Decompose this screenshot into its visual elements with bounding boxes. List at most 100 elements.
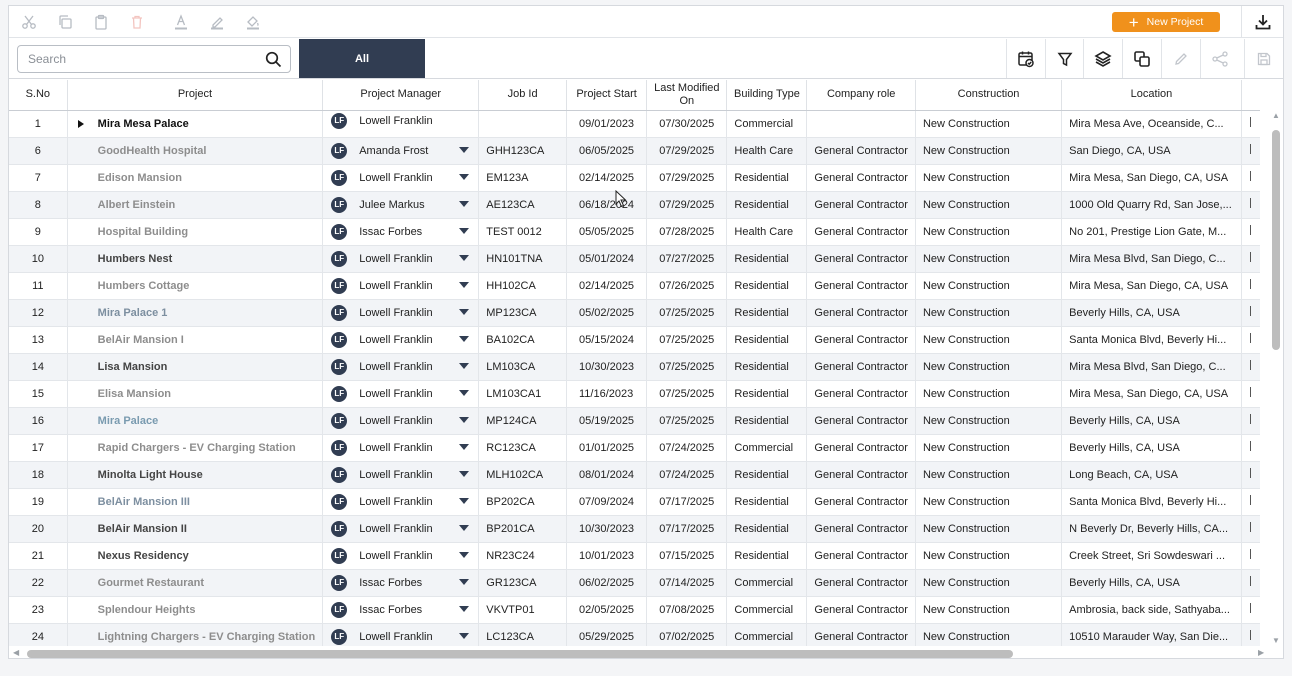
project-manager-select[interactable]: LF Lowell Franklin (331, 493, 471, 510)
cell-project-manager[interactable]: LF Lowell Franklin (322, 272, 480, 300)
cell-project-manager[interactable]: LF Lowell Franklin (322, 380, 480, 408)
table-row[interactable]: 1 Mira Mesa Palace LF Lowell Franklin 09/01/… (9, 110, 1260, 138)
cell-project[interactable]: Mira Palace (67, 407, 324, 435)
cell-project[interactable]: Lightning Chargers - EV Charging Station (67, 623, 324, 646)
dropdown-arrow-icon[interactable] (459, 443, 470, 450)
cell-project[interactable]: Rapid Chargers - EV Charging Station (67, 434, 324, 462)
vertical-scroll-thumb[interactable] (1272, 130, 1280, 350)
column-header-project[interactable]: Project (67, 80, 324, 111)
column-header-construction[interactable]: Construction (915, 80, 1063, 111)
cell-project[interactable]: Humbers Nest (67, 245, 324, 273)
delete-icon[interactable] (127, 12, 147, 32)
cell-project[interactable]: Mira Palace 1 (67, 299, 324, 327)
cell-project-manager[interactable]: LF Lowell Franklin (322, 299, 480, 327)
project-manager-select[interactable]: LF Lowell Franklin (331, 112, 471, 129)
table-row[interactable]: 11 Humbers Cottage LF Lowell Franklin HH102C… (9, 272, 1260, 300)
column-header-project-start[interactable]: Project Start (566, 80, 648, 111)
vertical-scrollbar[interactable]: ▲ ▼ (1271, 111, 1281, 650)
cell-project[interactable]: BelAir Mansion III (67, 488, 324, 516)
table-row[interactable]: 15 Elisa Mansion LF Lowell Franklin LM103CA1… (9, 380, 1260, 408)
project-manager-select[interactable]: LF Amanda Frost (331, 142, 471, 159)
cell-project-manager[interactable]: LF Lowell Franklin (322, 488, 480, 516)
layers-icon[interactable] (1083, 39, 1121, 78)
project-manager-select[interactable]: LF Lowell Franklin (331, 277, 471, 294)
cell-project[interactable]: Humbers Cottage (67, 272, 324, 300)
filter-icon[interactable] (1045, 39, 1083, 78)
column-header-last-modified[interactable]: Last Modified On (646, 80, 728, 111)
dropdown-arrow-icon[interactable] (459, 200, 470, 207)
dropdown-arrow-icon[interactable] (459, 254, 470, 261)
dropdown-arrow-icon[interactable] (459, 416, 470, 423)
project-manager-select[interactable]: LF Lowell Franklin (331, 169, 471, 186)
project-manager-select[interactable]: LF Lowell Franklin (331, 628, 471, 645)
dropdown-arrow-icon[interactable] (459, 578, 470, 585)
table-row[interactable]: 6 GoodHealth Hospital LF Amanda Frost GHH123… (9, 137, 1260, 165)
dropdown-arrow-icon[interactable] (459, 335, 470, 342)
project-manager-select[interactable]: LF Lowell Franklin (331, 385, 471, 402)
project-manager-select[interactable]: LF Lowell Franklin (331, 520, 471, 537)
cell-project-manager[interactable]: LF Lowell Franklin (322, 326, 480, 354)
cell-project-manager[interactable]: LF Lowell Franklin (322, 110, 480, 138)
edit-icon[interactable] (1161, 39, 1199, 78)
table-row[interactable]: 10 Humbers Nest LF Lowell Franklin HN101TNA 0… (9, 245, 1260, 273)
cell-project[interactable]: Nexus Residency (67, 542, 324, 570)
scroll-up-icon[interactable]: ▲ (1272, 111, 1280, 120)
horizontal-scrollbar[interactable]: ◀ ▶ (9, 648, 1283, 659)
search-input[interactable] (28, 52, 248, 66)
dropdown-arrow-icon[interactable] (459, 227, 470, 234)
column-header-location[interactable]: Location (1061, 80, 1242, 111)
column-header-company-role[interactable]: Company role (806, 80, 916, 111)
project-manager-select[interactable]: LF Lowell Franklin (331, 547, 471, 564)
table-row[interactable]: 18 Minolta Light House LF Lowell Franklin ML… (9, 461, 1260, 489)
table-row[interactable]: 16 Mira Palace LF Lowell Franklin MP124CA 05/… (9, 407, 1260, 435)
dropdown-arrow-icon[interactable] (459, 605, 470, 612)
table-row[interactable]: 23 Splendour Heights LF Issac Forbes VKVTP01… (9, 596, 1260, 624)
cell-project[interactable]: BelAir Mansion I (67, 326, 324, 354)
cell-project[interactable]: Gourmet Restaurant (67, 569, 324, 597)
table-row[interactable]: 8 Albert Einstein LF Julee Markus AE123CA 06/… (9, 191, 1260, 219)
dropdown-arrow-icon[interactable] (459, 362, 470, 369)
dropdown-arrow-icon[interactable] (459, 146, 470, 153)
fill-icon[interactable] (243, 12, 263, 32)
dropdown-arrow-icon[interactable] (459, 551, 470, 558)
cell-project[interactable]: Lisa Mansion (67, 353, 324, 381)
dropdown-arrow-icon[interactable] (459, 281, 470, 288)
dropdown-arrow-icon[interactable] (459, 173, 470, 180)
cell-project[interactable]: Edison Mansion (67, 164, 324, 192)
cell-project-manager[interactable]: LF Lowell Franklin (322, 434, 480, 462)
project-manager-select[interactable]: LF Lowell Franklin (331, 250, 471, 267)
highlight-icon[interactable] (207, 12, 227, 32)
cell-project[interactable]: Minolta Light House (67, 461, 324, 489)
project-manager-select[interactable]: LF Lowell Franklin (331, 358, 471, 375)
cell-project-manager[interactable]: LF Lowell Franklin (322, 515, 480, 543)
share-icon[interactable] (1200, 39, 1238, 78)
search-icon[interactable] (265, 51, 282, 71)
dropdown-arrow-icon[interactable] (459, 497, 470, 504)
project-manager-select[interactable]: LF Issac Forbes (331, 223, 471, 240)
dropdown-arrow-icon[interactable] (459, 308, 470, 315)
copy-icon[interactable] (55, 12, 75, 32)
scroll-left-icon[interactable]: ◀ (13, 648, 19, 657)
project-manager-select[interactable]: LF Issac Forbes (331, 601, 471, 618)
project-manager-select[interactable]: LF Lowell Franklin (331, 304, 471, 321)
cell-project-manager[interactable]: LF Julee Markus (322, 191, 480, 219)
table-row[interactable]: 17 Rapid Chargers - EV Charging Station LF… (9, 434, 1260, 462)
table-row[interactable]: 9 Hospital Building LF Issac Forbes TEST 001… (9, 218, 1260, 246)
column-header-job-id[interactable]: Job Id (478, 80, 567, 111)
column-header-sno[interactable]: S.No (9, 80, 68, 111)
cell-project-manager[interactable]: LF Lowell Franklin (322, 245, 480, 273)
expand-row-icon[interactable] (77, 119, 84, 128)
save-icon[interactable] (1244, 39, 1282, 78)
dropdown-arrow-icon[interactable] (459, 389, 470, 396)
dropdown-arrow-icon[interactable] (459, 632, 470, 639)
project-manager-select[interactable]: LF Lowell Franklin (331, 466, 471, 483)
cell-project[interactable]: GoodHealth Hospital (67, 137, 324, 165)
column-header-project-manager[interactable]: Project Manager (322, 80, 480, 111)
dropdown-arrow-icon[interactable] (459, 470, 470, 477)
cell-project[interactable]: BelAir Mansion II (67, 515, 324, 543)
cell-project-manager[interactable]: LF Lowell Franklin (322, 164, 480, 192)
duplicate-icon[interactable] (1122, 39, 1160, 78)
column-header-building-type[interactable]: Building Type (726, 80, 808, 111)
scroll-right-icon[interactable]: ▶ (1258, 648, 1264, 657)
project-manager-select[interactable]: LF Issac Forbes (331, 574, 471, 591)
